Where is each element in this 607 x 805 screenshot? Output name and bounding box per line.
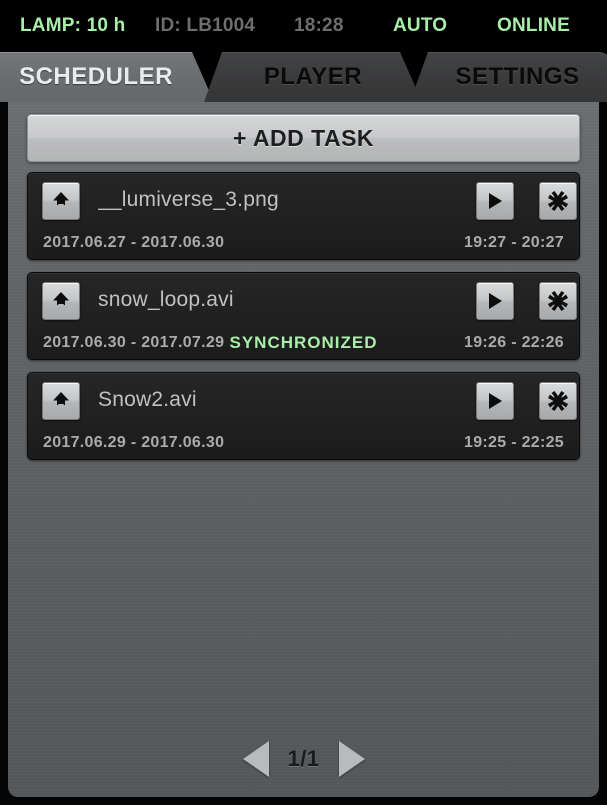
mode-status: AUTO — [393, 15, 448, 36]
task-row-footer: 2017.06.30 - 2017.07.29 SYNCHRONIZED 19:… — [28, 327, 579, 359]
scheduler-app: LAMP: 10 h ID: LB1004 18:28 AUTO ONLINE … — [0, 0, 607, 805]
task-date-range: 2017.06.30 - 2017.07.29 — [43, 334, 225, 351]
task-row-header: __lumiverse_3.png — [28, 173, 579, 227]
play-button[interactable] — [476, 182, 514, 220]
tab-bar: SCHEDULER PLAYER SETTINGS — [0, 52, 607, 102]
task-time-range: 19:26 - 22:26 — [464, 334, 564, 351]
play-icon — [485, 291, 505, 311]
task-row-footer: 2017.06.29 - 2017.06.30 19:25 - 22:25 — [28, 427, 579, 459]
task-filename: __lumiverse_3.png — [98, 188, 279, 211]
task-date-range: 2017.06.29 - 2017.06.30 — [43, 434, 225, 451]
play-icon — [485, 191, 505, 211]
scheduler-panel: + ADD TASK __lumiverse_3.png 2017.06.27 … — [8, 102, 599, 797]
add-task-label: + ADD TASK — [232, 124, 375, 151]
close-x-icon — [547, 190, 569, 212]
move-up-button[interactable] — [42, 382, 80, 420]
tab-settings[interactable]: SETTINGS — [410, 52, 607, 102]
close-x-icon — [547, 390, 569, 412]
play-button[interactable] — [476, 382, 514, 420]
clock-status: 18:28 — [294, 15, 344, 36]
task-row[interactable]: snow_loop.avi 2017.06.30 - 2017.07.29 SY… — [27, 272, 580, 360]
tab-scheduler[interactable]: SCHEDULER — [0, 52, 214, 102]
task-list: __lumiverse_3.png 2017.06.27 - 2017.06.3… — [27, 172, 580, 472]
task-filename: snow_loop.avi — [98, 288, 234, 311]
tab-player[interactable]: PLAYER — [204, 52, 422, 102]
move-up-button[interactable] — [42, 282, 80, 320]
connection-status: ONLINE — [497, 15, 570, 36]
move-up-button[interactable] — [42, 182, 80, 220]
triangle-left-icon[interactable] — [242, 741, 269, 777]
play-button[interactable] — [476, 282, 514, 320]
task-time-range: 19:27 - 20:27 — [464, 234, 564, 251]
arrow-up-icon — [50, 190, 72, 212]
task-time-range: 19:25 - 22:25 — [464, 434, 564, 451]
task-row-header: snow_loop.avi — [28, 273, 579, 327]
close-x-icon — [547, 290, 569, 312]
play-icon — [485, 391, 505, 411]
task-row[interactable]: Snow2.avi 2017.06.29 - 2017.06.30 19:25 … — [27, 372, 580, 460]
arrow-up-icon — [50, 290, 72, 312]
lamp-hours-status: LAMP: 10 h — [20, 15, 126, 36]
tab-settings-label: SETTINGS — [455, 63, 580, 90]
device-id-status: ID: LB1004 — [155, 15, 256, 36]
tab-scheduler-label: SCHEDULER — [19, 63, 173, 90]
triangle-right-icon[interactable] — [338, 741, 365, 777]
task-filename: Snow2.avi — [98, 388, 197, 411]
page-indicator: 1/1 — [287, 746, 320, 771]
delete-task-button[interactable] — [539, 282, 577, 320]
task-row-header: Snow2.avi — [28, 373, 579, 427]
status-bar: LAMP: 10 h ID: LB1004 18:28 AUTO ONLINE — [0, 0, 607, 52]
tab-player-label: PLAYER — [263, 63, 363, 90]
task-date-range: 2017.06.27 - 2017.06.30 — [43, 234, 225, 251]
task-row-footer: 2017.06.27 - 2017.06.30 19:27 - 20:27 — [28, 227, 579, 259]
delete-task-button[interactable] — [539, 182, 577, 220]
task-row[interactable]: __lumiverse_3.png 2017.06.27 - 2017.06.3… — [27, 172, 580, 260]
delete-task-button[interactable] — [539, 382, 577, 420]
add-task-button[interactable]: + ADD TASK — [27, 114, 580, 162]
arrow-up-icon — [50, 390, 72, 412]
pagination: 1/1 — [8, 741, 599, 777]
